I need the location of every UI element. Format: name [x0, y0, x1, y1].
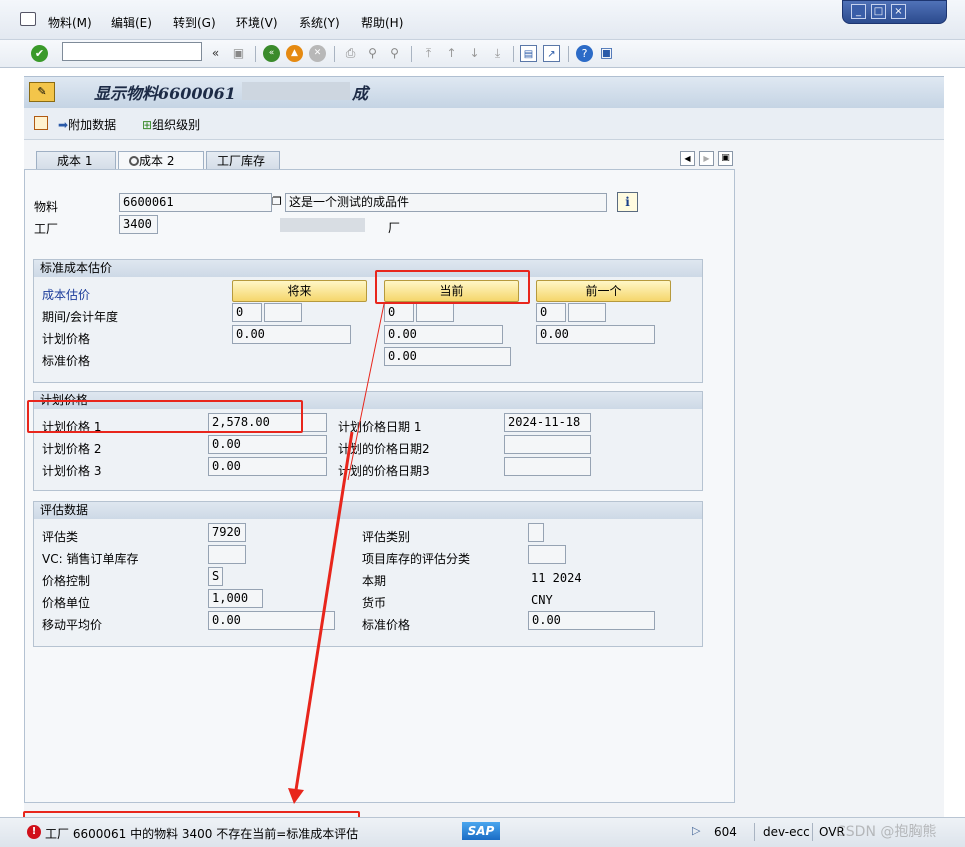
annotation-arrows: [288, 303, 385, 804]
annotation-arrowhead: [288, 788, 304, 804]
system-name: dev-ecc: [763, 825, 810, 839]
error-icon: !: [27, 825, 41, 839]
divider: [754, 823, 755, 841]
status-expand-icon[interactable]: ▷: [692, 824, 700, 837]
divider: [812, 823, 813, 841]
thin-annotation-line: [347, 303, 385, 481]
session-number: 604: [714, 825, 737, 839]
sap-logo: SAP: [462, 822, 500, 840]
status-bar: ! 工厂 6600061 中的物料 3400 不存在当前=标准成本评估 SAP …: [0, 817, 965, 847]
watermark: CSDN @抱胸熊: [836, 824, 937, 840]
annotation-arrow-line: [294, 431, 354, 791]
status-message[interactable]: 工厂 6600061 中的物料 3400 不存在当前=标准成本评估: [45, 825, 358, 842]
